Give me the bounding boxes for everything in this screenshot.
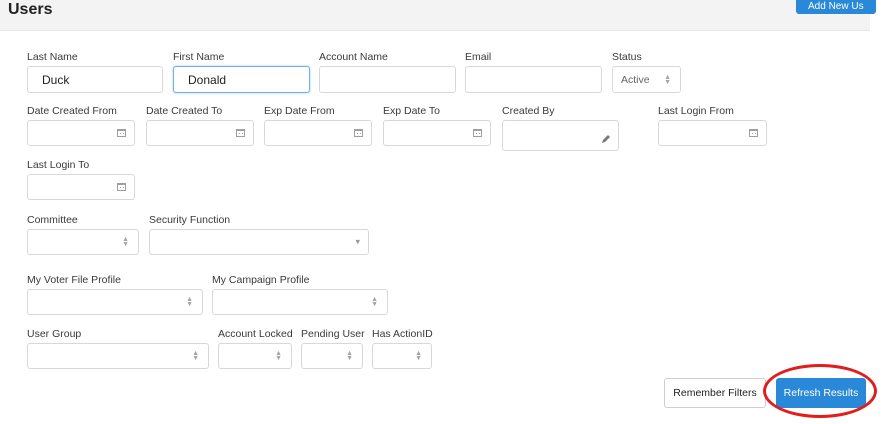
committee-select[interactable]: ▲ ▼: [27, 229, 139, 255]
calendar-icon[interactable]: [117, 183, 126, 191]
add-new-user-button[interactable]: Add New Us: [796, 0, 876, 14]
last-login-from-label: Last Login From: [658, 105, 734, 117]
calendar-icon[interactable]: [749, 129, 758, 137]
date-created-from-label: Date Created From: [27, 105, 117, 117]
status-label: Status: [612, 51, 642, 63]
exp-date-from-label: Exp Date From: [264, 105, 335, 117]
first-name-label: First Name: [173, 51, 225, 63]
updown-chevron-icon: ▲ ▼: [415, 350, 422, 362]
has-actionid-label: Has ActionID: [372, 328, 433, 340]
updown-chevron-icon: ▲ ▼: [192, 350, 199, 362]
last-name-value: Duck: [42, 72, 70, 87]
account-locked-select[interactable]: ▲ ▼: [218, 343, 292, 369]
campaign-profile-select[interactable]: ▲ ▼: [212, 289, 388, 315]
calendar-icon[interactable]: [473, 129, 482, 137]
status-value: Active: [621, 73, 650, 86]
last-login-to-input[interactable]: [27, 174, 135, 200]
created-by-input[interactable]: [502, 120, 619, 151]
page-header: Users: [0, 0, 870, 31]
last-login-from-input[interactable]: [658, 120, 767, 146]
last-name-label: Last Name: [27, 51, 78, 63]
updown-chevron-icon: ▲ ▼: [275, 350, 282, 362]
created-by-label: Created By: [502, 105, 555, 117]
updown-chevron-icon: ▲ ▼: [371, 296, 378, 308]
voter-file-profile-label: My Voter File Profile: [27, 274, 121, 286]
last-login-to-label: Last Login To: [27, 159, 90, 171]
security-function-select[interactable]: ▾: [149, 229, 369, 255]
pending-user-select[interactable]: ▲ ▼: [301, 343, 363, 369]
user-group-select[interactable]: ▲ ▼: [27, 343, 209, 369]
account-name-label: Account Name: [319, 51, 388, 63]
account-locked-label: Account Locked: [218, 328, 293, 340]
exp-date-from-input[interactable]: [264, 120, 372, 146]
has-actionid-select[interactable]: ▲ ▼: [372, 343, 432, 369]
committee-label: Committee: [27, 214, 78, 226]
calendar-icon[interactable]: [354, 129, 363, 137]
updown-chevron-icon: ▲ ▼: [122, 236, 129, 248]
calendar-icon[interactable]: [236, 129, 245, 137]
last-name-input[interactable]: Duck: [27, 66, 163, 93]
updown-chevron-icon: ▲ ▼: [664, 73, 671, 86]
refresh-results-button[interactable]: Refresh Results: [776, 378, 866, 408]
first-name-value: Donald: [188, 72, 227, 87]
campaign-profile-label: My Campaign Profile: [212, 274, 310, 286]
date-created-to-label: Date Created To: [146, 105, 223, 117]
updown-chevron-icon: ▲ ▼: [346, 350, 353, 362]
email-input[interactable]: [465, 66, 602, 93]
status-select[interactable]: Active ▲ ▼: [612, 66, 681, 93]
updown-chevron-icon: ▲ ▼: [186, 296, 193, 308]
voter-file-profile-select[interactable]: ▲ ▼: [27, 289, 203, 315]
remember-filters-button[interactable]: Remember Filters: [664, 378, 766, 408]
calendar-icon[interactable]: [117, 129, 126, 137]
user-group-label: User Group: [27, 328, 82, 340]
date-created-to-input[interactable]: [146, 120, 254, 146]
first-name-input[interactable]: Donald: [173, 66, 310, 93]
exp-date-to-label: Exp Date To: [383, 105, 441, 117]
pending-user-label: Pending User: [301, 328, 365, 340]
page-title: Users: [8, 1, 53, 18]
email-label: Email: [465, 51, 492, 63]
exp-date-to-input[interactable]: [383, 120, 491, 146]
date-created-from-input[interactable]: [27, 120, 135, 146]
security-function-label: Security Function: [149, 214, 231, 226]
pencil-icon[interactable]: [600, 133, 612, 145]
account-name-input[interactable]: [319, 66, 456, 93]
chevron-down-icon: ▾: [355, 236, 360, 247]
